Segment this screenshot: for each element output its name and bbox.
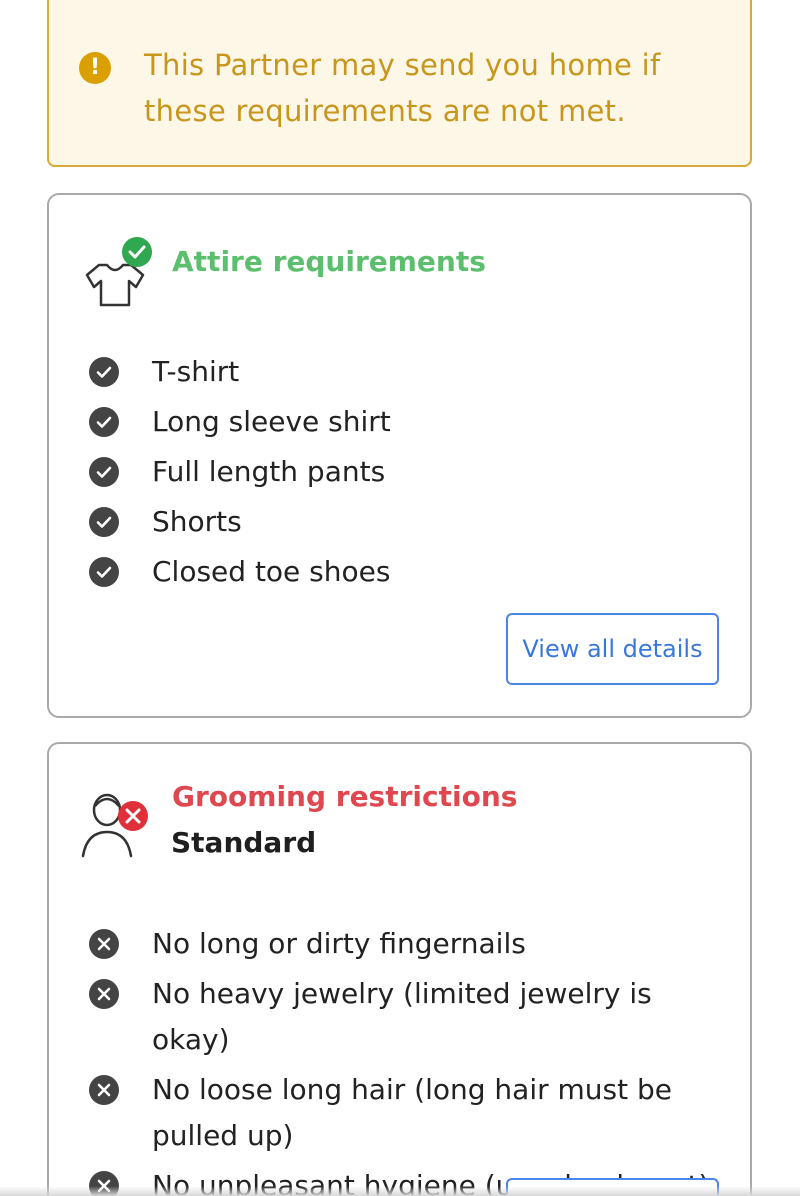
person-x-icon [79, 784, 159, 864]
requirements-page: ! This Partner may send you home if thes… [0, 0, 800, 1196]
attire-card: Attire requirements T-shirt Long sleeve … [47, 193, 752, 718]
attire-list: T-shirt Long sleeve shirt Full length pa… [87, 349, 737, 599]
x-circle-icon [89, 929, 119, 959]
warning-text: This Partner may send you home if these … [144, 48, 661, 128]
list-item: T-shirt [87, 349, 737, 395]
tshirt-check-icon [79, 235, 159, 315]
list-item-label: No loose long hair (long hair must be pu… [152, 1073, 672, 1152]
grooming-title: Grooming restrictions [172, 780, 518, 813]
grooming-list: No long or dirty fingernails No heavy je… [87, 921, 737, 1196]
check-icon [89, 507, 119, 537]
list-item: Closed toe shoes [87, 549, 737, 595]
x-circle-icon [89, 979, 119, 1009]
list-item: No heavy jewelry (limited jewelry is oka… [87, 971, 737, 1063]
list-item-label: T-shirt [152, 355, 240, 388]
check-icon [89, 357, 119, 387]
list-item-label: Full length pants [152, 455, 386, 488]
list-item: No loose long hair (long hair must be pu… [87, 1067, 737, 1159]
check-icon [89, 407, 119, 437]
list-item-label: Closed toe shoes [152, 555, 391, 588]
check-icon [89, 457, 119, 487]
attire-title: Attire requirements [172, 245, 486, 278]
list-item: Full length pants [87, 449, 737, 495]
warning-banner: ! This Partner may send you home if thes… [47, 0, 752, 167]
scroll-fade [0, 1186, 800, 1196]
exclamation-icon: ! [79, 52, 111, 84]
list-item-label: Long sleeve shirt [152, 405, 391, 438]
grooming-card: Grooming restrictions Standard No long o… [47, 742, 752, 1196]
grooming-subtitle: Standard [171, 826, 317, 859]
list-item-label: No long or dirty fingernails [152, 927, 526, 960]
list-item: Shorts [87, 499, 737, 545]
list-item: No long or dirty fingernails [87, 921, 737, 967]
x-circle-icon [89, 1075, 119, 1105]
list-item: Long sleeve shirt [87, 399, 737, 445]
view-all-details-button[interactable]: View all details [506, 613, 719, 685]
list-item-label: No heavy jewelry (limited jewelry is oka… [152, 977, 652, 1056]
list-item-label: Shorts [152, 505, 242, 538]
check-icon [89, 557, 119, 587]
